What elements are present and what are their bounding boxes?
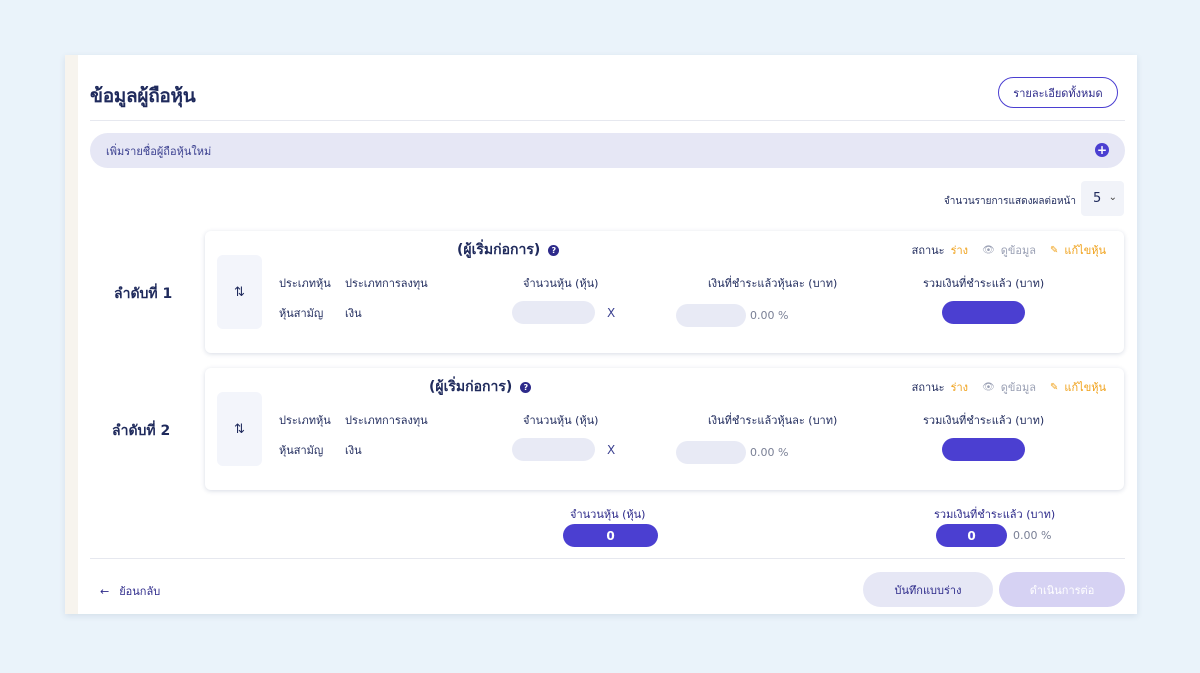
card-title: (ผู้เริ่มก่อการ)? [429, 376, 532, 398]
sort-arrows-icon: ⇅ [234, 284, 245, 300]
view-data-link[interactable]: ดูข้อมูล [1001, 378, 1036, 396]
invest-type-header: ประเภทการลงทุน [345, 414, 428, 427]
arrow-left-icon: ← [100, 584, 110, 598]
edit-shares-link[interactable]: แก้ไขหุ้น [1064, 378, 1106, 396]
share-type-value: หุ้นสามัญ [279, 307, 324, 320]
summary-total-paid-value: 0 [936, 524, 1007, 547]
plus-circle-icon[interactable]: + [1095, 143, 1109, 157]
back-label: ย้อนกลับ [119, 585, 161, 598]
card-title-text: (ผู้เริ่มก่อการ) [457, 242, 541, 258]
percent-value: 0.00 % [750, 446, 789, 459]
back-link[interactable]: ← ย้อนกลับ [100, 582, 160, 600]
chevron-down-icon: ⌄ [1108, 192, 1117, 203]
paid-per-share-header: เงินที่ชำระแล้วหุ้นละ (บาท) [708, 414, 838, 427]
eye-icon[interactable]: 👁 [982, 382, 995, 393]
per-page-label: จำนวนรายการแสดงผลต่อหน้า [943, 196, 1076, 207]
total-paid-value [942, 301, 1025, 324]
eye-icon[interactable]: 👁 [982, 245, 995, 256]
shareholder-card-1: (ผู้เริ่มก่อการ)? สถานะ ร่าง 👁 ดูข้อมูล … [205, 231, 1124, 353]
share-count-header: จำนวนหุ้น (หุ้น) [523, 414, 599, 427]
add-shareholder-bar[interactable]: เพิ่มรายชื่อผู้ถือหุ้นใหม่ + [90, 133, 1125, 168]
share-count-header: จำนวนหุ้น (หุ้น) [523, 277, 599, 290]
shareholder-panel: ข้อมูลผู้ถือหุ้น รายละเอียดทั้งหมด เพิ่ม… [65, 55, 1137, 614]
invest-type-header: ประเภทการลงทุน [345, 277, 428, 290]
paid-per-share-input[interactable] [676, 441, 746, 464]
pencil-icon[interactable]: ✎ [1050, 382, 1058, 393]
share-type-header: ประเภทหุ้น [279, 277, 331, 290]
sort-handle[interactable]: ⇅ [217, 392, 262, 466]
percent-value: 0.00 % [750, 309, 789, 322]
total-paid-value [942, 438, 1025, 461]
footer-divider [90, 558, 1125, 559]
save-draft-button[interactable]: บันทึกแบบร่าง [863, 572, 993, 607]
panel-edge [65, 55, 78, 614]
status-label: สถานะ [911, 244, 945, 257]
page-title: ข้อมูลผู้ถือหุ้น [90, 85, 196, 107]
sort-arrows-icon: ⇅ [234, 421, 245, 437]
continue-button[interactable]: ดำเนินการต่อ [999, 572, 1125, 607]
summary-share-count-value: 0 [563, 524, 658, 547]
help-icon[interactable]: ? [520, 381, 532, 393]
summary-total-paid-label: รวมเงินที่ชำระแล้ว (บาท) [934, 508, 1056, 521]
invest-type-value: เงิน [345, 307, 362, 320]
paid-per-share-input[interactable] [676, 304, 746, 327]
pencil-icon[interactable]: ✎ [1050, 245, 1058, 256]
status-row: สถานะ ร่าง 👁 ดูข้อมูล ✎ แก้ไขหุ้น [912, 378, 1106, 396]
edit-shares-link[interactable]: แก้ไขหุ้น [1064, 241, 1106, 259]
multiply-sign: X [607, 306, 616, 320]
total-paid-header: รวมเงินที่ชำระแล้ว (บาท) [923, 277, 1045, 290]
status-label: สถานะ [911, 381, 945, 394]
share-type-value: หุ้นสามัญ [279, 444, 324, 457]
share-count-input[interactable] [512, 301, 595, 324]
per-page-value: 5 [1093, 191, 1102, 206]
total-paid-header: รวมเงินที่ชำระแล้ว (บาท) [923, 414, 1045, 427]
card-title: (ผู้เริ่มก่อการ)? [457, 239, 560, 261]
summary-percent: 0.00 % [1013, 529, 1052, 542]
sort-handle[interactable]: ⇅ [217, 255, 262, 329]
multiply-sign: X [607, 443, 616, 457]
per-page-select[interactable]: 5 ⌄ [1081, 181, 1124, 216]
status-badge: ร่าง [950, 381, 969, 394]
help-icon[interactable]: ? [548, 244, 560, 256]
status-badge: ร่าง [950, 244, 969, 257]
card-title-text: (ผู้เริ่มก่อการ) [429, 379, 513, 395]
status-row: สถานะ ร่าง 👁 ดูข้อมูล ✎ แก้ไขหุ้น [912, 241, 1106, 259]
shareholder-card-2: (ผู้เริ่มก่อการ)? สถานะ ร่าง 👁 ดูข้อมูล … [205, 368, 1124, 490]
all-details-button[interactable]: รายละเอียดทั้งหมด [998, 77, 1118, 108]
add-shareholder-label: เพิ่มรายชื่อผู้ถือหุ้นใหม่ [106, 144, 212, 158]
order-label-1: ลำดับที่ 1 [114, 286, 173, 302]
share-count-input[interactable] [512, 438, 595, 461]
share-type-header: ประเภทหุ้น [279, 414, 331, 427]
paid-per-share-header: เงินที่ชำระแล้วหุ้นละ (บาท) [708, 277, 838, 290]
view-data-link[interactable]: ดูข้อมูล [1001, 241, 1036, 259]
summary-share-count-label: จำนวนหุ้น (หุ้น) [570, 508, 646, 521]
header-divider [90, 120, 1125, 121]
order-label-2: ลำดับที่ 2 [112, 423, 171, 439]
invest-type-value: เงิน [345, 444, 362, 457]
